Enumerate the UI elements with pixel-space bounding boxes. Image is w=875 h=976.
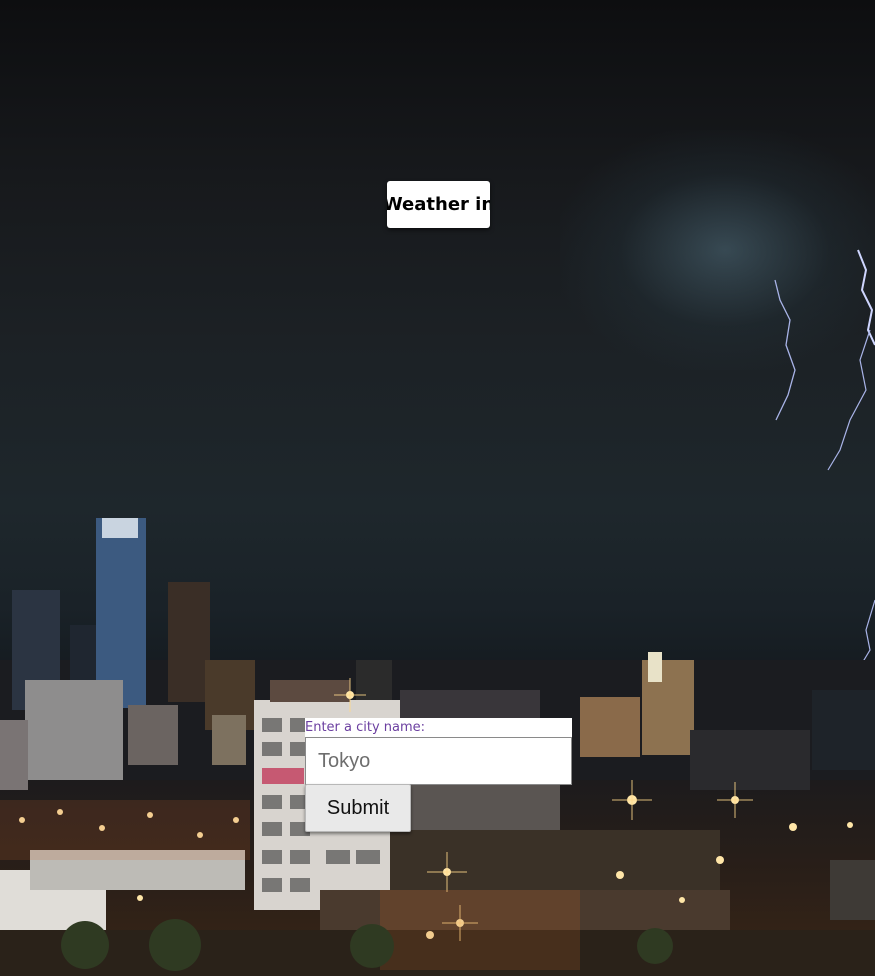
lightning-branch [827,329,871,471]
background-image [0,0,875,976]
building [0,720,28,790]
neon-sign [262,768,304,784]
building [168,582,210,702]
city-search-input[interactable] [305,737,572,785]
building [356,660,392,700]
building [690,730,810,790]
lightning-bolt [857,249,875,346]
building [96,518,146,708]
city-glow [0,800,250,860]
building [410,785,560,835]
building [580,697,640,757]
submit-button[interactable]: Submit [305,784,411,832]
city-glow [380,890,580,970]
page-title-card: Weather in [387,181,490,228]
building [102,518,138,538]
building [212,715,246,765]
building [128,705,178,765]
city-input-label: Enter a city name: [305,718,572,737]
page-title: Weather in [387,194,490,215]
lightning-branch [774,279,796,421]
building [270,680,350,702]
building [390,830,720,890]
building [25,680,123,780]
building [648,652,662,682]
building [812,690,875,770]
stormy-city-skyline-background [0,249,875,976]
city-search-form: Enter a city name: [305,718,572,785]
building [830,860,875,920]
